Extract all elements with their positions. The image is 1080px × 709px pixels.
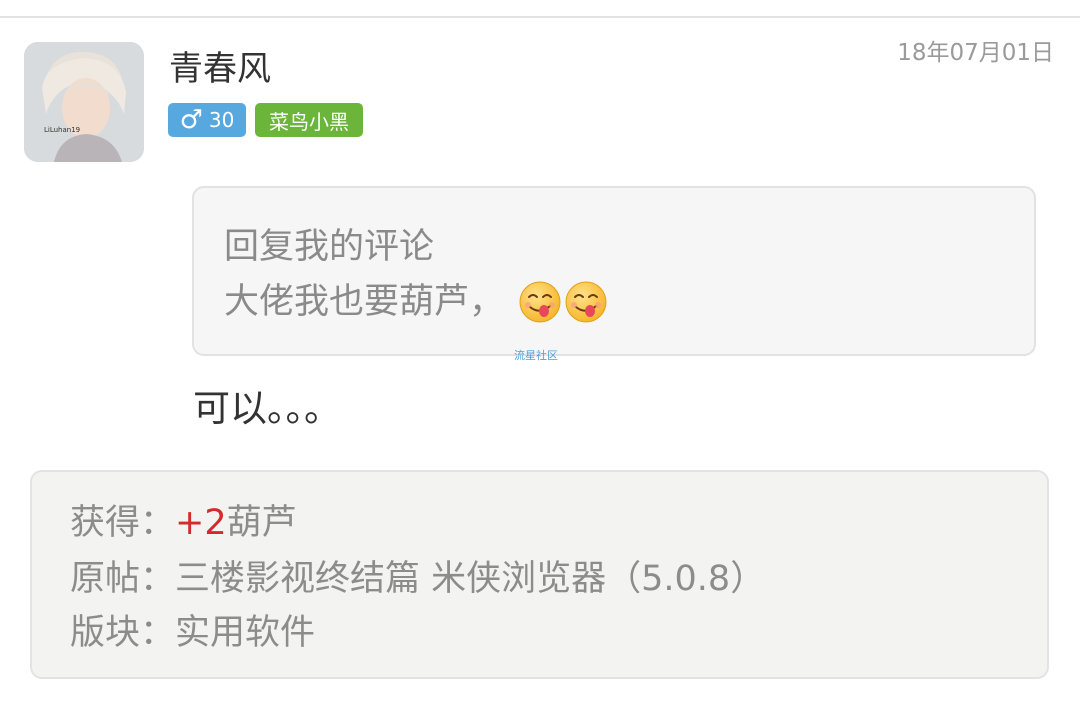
reply-text: 可以。。。 — [193, 387, 341, 430]
top-divider — [0, 16, 1080, 18]
source-post-row[interactable]: 原帖：三楼影视终结篇 米侠浏览器（5.0.8） — [70, 558, 765, 600]
quoted-comment-box[interactable]: 回复我的评论 大佬我也要葫芦， — [192, 186, 1036, 356]
gender-age-badge: ♂ 30 — [168, 103, 246, 137]
reward-label: 获得： — [70, 503, 176, 543]
yum-face-emoji-icon — [564, 280, 608, 324]
source-post-title[interactable]: 三楼影视终结篇 米侠浏览器（5.0.8） — [175, 559, 765, 599]
level-badge: 菜鸟小黑 — [255, 103, 363, 137]
reward-value: +2 — [175, 503, 227, 543]
yum-face-emoji-icon — [518, 280, 562, 324]
quote-title: 回复我的评论 — [224, 227, 435, 267]
reward-row: 获得：+2葫芦 — [70, 502, 297, 544]
post-timestamp: 18年07月01日 — [897, 40, 1054, 66]
post-info-box[interactable]: 获得：+2葫芦 原帖：三楼影视终结篇 米侠浏览器（5.0.8） 版块：实用软件 — [30, 470, 1049, 679]
age-value: 30 — [208, 108, 235, 132]
comment-notification-screen: LiLuhan19 青春风 18年07月01日 ♂ 30 菜鸟小黑 回复我的评论… — [0, 0, 1080, 709]
reward-unit: 葫芦 — [226, 503, 297, 543]
board-row[interactable]: 版块：实用软件 — [70, 612, 315, 654]
username[interactable]: 青春风 — [169, 47, 271, 91]
svg-text:LiLuhan19: LiLuhan19 — [44, 126, 80, 134]
board-label: 版块： — [70, 613, 176, 653]
quote-text-row: 大佬我也要葫芦， — [224, 280, 608, 324]
source-label: 原帖： — [70, 559, 176, 599]
male-icon: ♂ — [179, 105, 203, 135]
watermark-text: 流星社区 — [514, 349, 558, 362]
board-name[interactable]: 实用软件 — [175, 613, 315, 653]
user-avatar-photo-icon: LiLuhan19 — [24, 42, 144, 162]
quote-text: 大佬我也要葫芦， — [224, 282, 505, 322]
avatar[interactable]: LiLuhan19 — [24, 42, 144, 162]
